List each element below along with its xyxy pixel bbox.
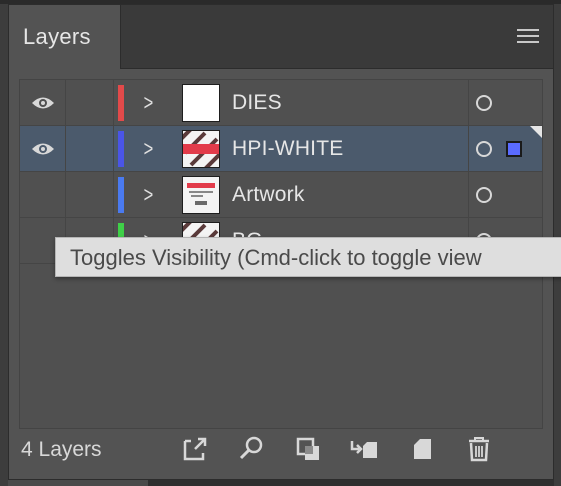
layer-name[interactable]: Artwork [232, 172, 305, 218]
hamburger-menu-icon[interactable] [517, 29, 539, 45]
layer-color-swatch [118, 85, 124, 121]
export-icon[interactable] [179, 433, 211, 465]
visibility-tooltip: Toggles Visibility (Cmd-click to toggle … [55, 237, 561, 277]
selection-indicator[interactable] [506, 141, 522, 157]
lock-toggle[interactable] [66, 80, 114, 125]
target-circle-icon[interactable] [476, 187, 492, 203]
layer-thumbnail [182, 84, 220, 122]
visibility-toggle[interactable] [20, 126, 66, 171]
layer-name[interactable]: HPI-WHITE [232, 126, 343, 172]
layer-color-swatch [118, 131, 124, 167]
chevron-right-icon[interactable]: > [144, 138, 154, 160]
layer-name[interactable]: DIES [232, 80, 282, 126]
selected-corner-marker [530, 126, 542, 138]
new-layer-icon[interactable] [406, 433, 438, 465]
new-sublayer-icon[interactable] [349, 433, 381, 465]
chevron-right-icon[interactable]: > [144, 92, 154, 114]
lock-toggle[interactable] [66, 172, 114, 217]
lock-toggle[interactable] [66, 126, 114, 171]
layer-thumbnail [182, 130, 220, 168]
layer-count: 4 Layers [21, 438, 102, 461]
layer-color-swatch [118, 177, 124, 213]
trash-icon[interactable] [463, 433, 495, 465]
visibility-toggle[interactable] [20, 80, 66, 125]
layer-row[interactable]: > DIES [20, 80, 542, 126]
panel-tab-bar: Layers [9, 5, 553, 69]
layer-row-selected[interactable]: > HPI-WHITE [20, 126, 542, 172]
target-circle-icon[interactable] [476, 141, 492, 157]
layer-row[interactable]: > Artwork [20, 172, 542, 218]
target-circle-icon[interactable] [476, 95, 492, 111]
tab-layers[interactable]: Layers [9, 5, 121, 69]
clipping-mask-icon[interactable] [293, 433, 325, 465]
eye-icon[interactable] [31, 141, 55, 157]
layer-thumbnail [182, 176, 220, 214]
eye-icon[interactable] [31, 95, 55, 111]
search-icon[interactable] [236, 433, 268, 465]
chevron-right-icon[interactable]: > [144, 184, 154, 206]
visibility-toggle[interactable] [20, 172, 66, 217]
panel-bottom-edge [8, 480, 554, 486]
